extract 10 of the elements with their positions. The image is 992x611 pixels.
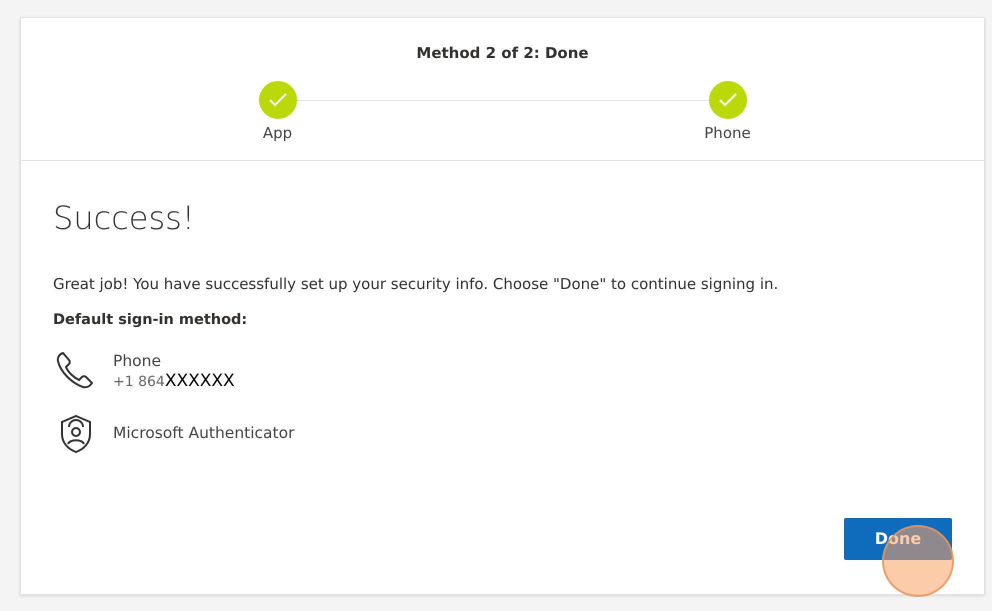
success-message: Great job! You have successfully set up your security info. Choose "Done" to continue signing in.: [53, 274, 780, 296]
method-name: Phone: [113, 350, 162, 372]
lock-person-icon: [58, 414, 94, 454]
step-label: App: [262, 122, 292, 144]
phone-number: +1 864XXXXXX: [113, 372, 235, 390]
progress-title: Method 2 of 2: Done: [415, 43, 590, 64]
method-name: Microsoft Authenticator: [113, 423, 294, 444]
step-label: Phone: [704, 122, 751, 144]
section-label: Default sign-in method:: [53, 310, 248, 330]
page-heading: Success!: [53, 199, 196, 238]
